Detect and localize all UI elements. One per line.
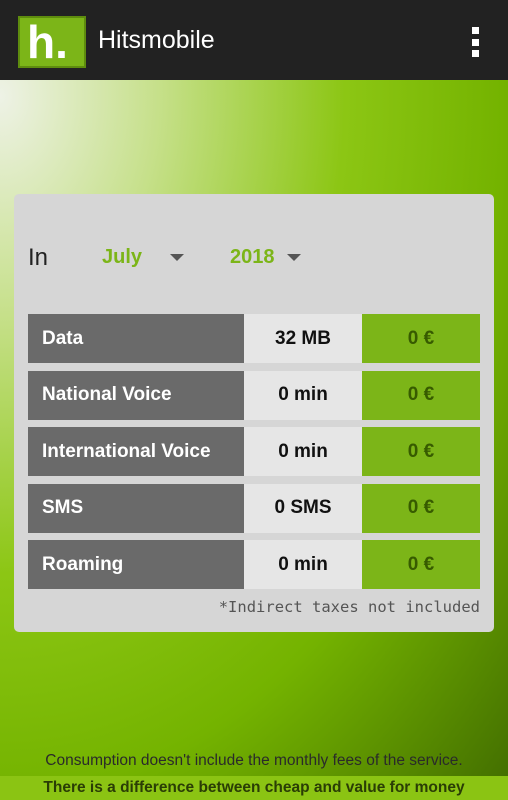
year-value: 2018 bbox=[230, 246, 275, 268]
usage-row-national-voice: National Voice 0 min 0 € bbox=[28, 370, 480, 420]
consumption-card: In July 2018 Data 32 MB 0 € National Voi… bbox=[14, 194, 494, 632]
usage-price: 0 € bbox=[362, 314, 480, 363]
usage-table: Data 32 MB 0 € National Voice 0 min 0 € … bbox=[28, 314, 480, 597]
year-selector[interactable]: 2018 bbox=[230, 246, 301, 269]
hitsmobile-logo-icon: h. bbox=[18, 16, 86, 68]
usage-price: 0 € bbox=[362, 483, 480, 533]
footer-note: Consumption doesn't include the monthly … bbox=[45, 752, 463, 769]
usage-amount: 0 min bbox=[244, 427, 362, 476]
slogan-bar: There is a difference between cheap and … bbox=[0, 776, 508, 800]
overflow-menu-icon[interactable] bbox=[462, 24, 488, 60]
in-label: In bbox=[28, 244, 49, 271]
usage-price: 0 € bbox=[362, 427, 480, 476]
usage-label: SMS bbox=[28, 483, 244, 533]
caret-down-icon bbox=[286, 254, 301, 261]
app-title: Hitsmobile bbox=[98, 26, 215, 54]
month-value: July bbox=[102, 246, 143, 268]
usage-price: 0 € bbox=[362, 540, 480, 589]
usage-amount: 0 SMS bbox=[244, 483, 362, 533]
usage-label: Roaming bbox=[28, 540, 244, 589]
usage-amount: 0 min bbox=[244, 370, 362, 420]
usage-row-roaming: Roaming 0 min 0 € bbox=[28, 540, 480, 589]
menu-dot bbox=[471, 27, 479, 34]
usage-label: International Voice bbox=[28, 427, 244, 476]
usage-label: National Voice bbox=[28, 370, 244, 420]
usage-amount: 32 MB bbox=[244, 314, 362, 363]
usage-row-international-voice: International Voice 0 min 0 € bbox=[28, 427, 480, 476]
usage-label: Data bbox=[28, 314, 244, 363]
usage-amount: 0 min bbox=[244, 540, 362, 589]
taxes-note: *Indirect taxes not included bbox=[218, 598, 480, 616]
usage-row-sms: SMS 0 SMS 0 € bbox=[28, 483, 480, 533]
month-selector[interactable]: July bbox=[102, 246, 185, 269]
usage-row-data: Data 32 MB 0 € bbox=[28, 314, 480, 363]
usage-price: 0 € bbox=[362, 370, 480, 420]
caret-down-icon bbox=[170, 254, 185, 261]
menu-dot bbox=[471, 38, 479, 46]
app-bar: h. Hitsmobile bbox=[0, 0, 508, 80]
menu-dot bbox=[471, 50, 479, 57]
